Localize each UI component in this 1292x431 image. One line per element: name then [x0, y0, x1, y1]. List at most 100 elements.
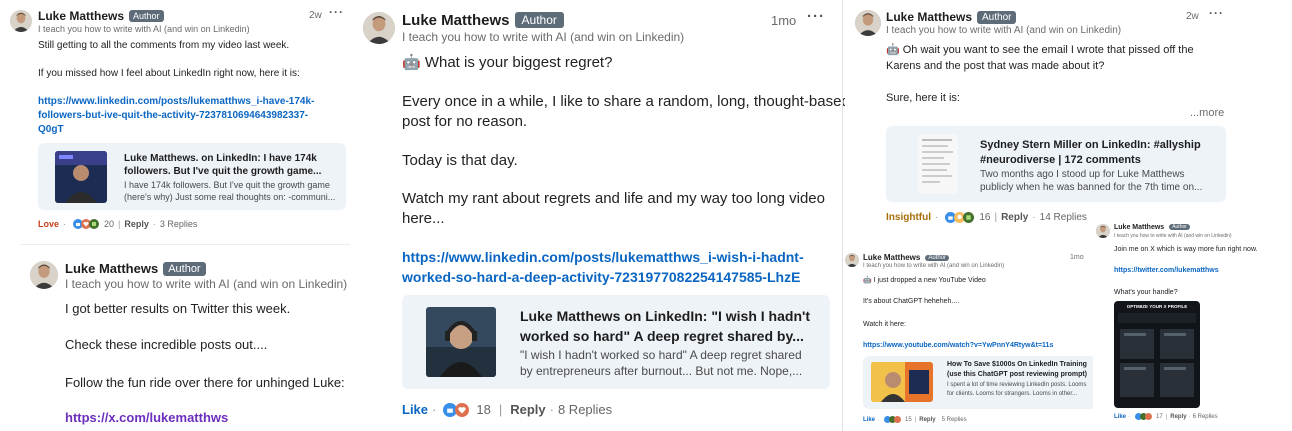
- reaction-button[interactable]: Like: [1114, 414, 1126, 420]
- comment-link[interactable]: followers-but-ive-quit-the-activity-7237…: [38, 110, 308, 121]
- comment-line: I got better results on Twitter this wee…: [65, 301, 291, 316]
- reply-button[interactable]: Reply: [1001, 212, 1028, 223]
- separator: ·: [549, 402, 554, 417]
- author-name-text[interactable]: Luke Matthews: [38, 9, 124, 23]
- author-headline: I teach you how to write with AI (and wi…: [65, 277, 348, 291]
- author-name[interactable]: Luke Matthews Author: [886, 10, 1017, 24]
- replies-count[interactable]: 8 Replies: [558, 402, 612, 417]
- comment-line: 🤖 Oh wait you want to see the email I wr…: [886, 44, 1194, 56]
- avatar[interactable]: [845, 253, 859, 267]
- reply-button[interactable]: Reply: [1170, 414, 1186, 420]
- reaction-icons[interactable]: [443, 402, 470, 417]
- author-name[interactable]: Luke Matthews Author: [863, 253, 950, 262]
- separator: |: [1165, 413, 1168, 420]
- avatar[interactable]: [363, 12, 395, 44]
- author-name[interactable]: Luke Matthews Author: [402, 12, 564, 29]
- reaction-button[interactable]: Like: [863, 417, 875, 423]
- comment-card-2: Luke Matthews Author I teach you how to w…: [0, 250, 370, 431]
- more-options-icon[interactable]: ···: [1209, 6, 1224, 20]
- comment-line: Follow the fun ride over there for unhin…: [65, 375, 345, 390]
- timestamp: 1mo: [1070, 254, 1084, 261]
- replies-count[interactable]: 5 Replies: [942, 417, 967, 423]
- author-name-text[interactable]: Luke Matthews: [1114, 224, 1164, 231]
- preview-title: worked so hard" A deep regret shared by.…: [520, 328, 804, 344]
- comment-link[interactable]: https://twitter.com/lukematthws: [1114, 267, 1219, 274]
- separator: ·: [63, 219, 67, 229]
- reaction-icons[interactable]: [945, 212, 975, 223]
- attached-image[interactable]: OPTIMIZE YOUR X PROFILE: [1114, 301, 1200, 408]
- more-options-icon[interactable]: ···: [329, 5, 344, 19]
- reaction-icons[interactable]: [1135, 413, 1153, 420]
- reaction-icons[interactable]: [884, 416, 902, 423]
- preview-title: followers. But I've quit the growth game…: [124, 166, 322, 177]
- preview-thumbnail: [426, 307, 496, 377]
- separator: ·: [935, 212, 939, 223]
- comment-link[interactable]: https://www.youtube.com/watch?v=YwPnnY4R…: [863, 342, 1053, 349]
- replies-count[interactable]: 6 Replies: [1193, 414, 1218, 420]
- replies-count[interactable]: 14 Replies: [1040, 212, 1087, 223]
- separator: ·: [1188, 413, 1191, 420]
- link-preview-card[interactable]: Sydney Stern Miller on LinkedIn: #allysh…: [886, 126, 1226, 202]
- link-preview-card[interactable]: Luke Matthews. on LinkedIn: I have 174k …: [38, 143, 346, 210]
- avatar[interactable]: [30, 261, 58, 289]
- comment-line: It's about ChatGPT heheheh....: [863, 298, 960, 305]
- reaction-button[interactable]: Like: [402, 402, 428, 417]
- comment-line: Join me on X which is way more fun right…: [1114, 246, 1258, 253]
- preview-thumbnail: [55, 151, 107, 203]
- comment-actions: Like · 17 | Reply · 6 Replies: [1114, 413, 1218, 420]
- comment-link[interactable]: worked-so-hard-a-deep-activity-723197708…: [402, 269, 800, 285]
- comment-line: If you missed how I feel about LinkedIn …: [38, 68, 300, 79]
- separator: |: [498, 402, 503, 417]
- comment-link[interactable]: Q0gT: [38, 124, 64, 135]
- timestamp: 1mo: [771, 13, 797, 28]
- preview-title: Sydney Stern Miller on LinkedIn: #allysh…: [980, 139, 1201, 151]
- author-headline: I teach you how to write with AI (and wi…: [863, 263, 1005, 269]
- comment-link[interactable]: https://www.linkedin.com/posts/lukematth…: [38, 96, 314, 107]
- author-name-text[interactable]: Luke Matthews: [402, 12, 510, 29]
- more-options-icon[interactable]: ···: [807, 8, 825, 25]
- avatar[interactable]: [855, 10, 881, 36]
- see-more-link[interactable]: ...more: [1190, 107, 1224, 119]
- author-name[interactable]: Luke Matthews Author: [65, 261, 206, 276]
- reply-button[interactable]: Reply: [510, 402, 545, 417]
- separator: ·: [1032, 212, 1036, 223]
- author-name[interactable]: Luke Matthews Author: [38, 9, 164, 23]
- comment-actions: Love · 20 | Reply · 3 Replies: [38, 219, 197, 229]
- preview-description: publicly when he was banned for the 7th …: [980, 182, 1203, 193]
- author-name[interactable]: Luke Matthews Author: [1114, 224, 1190, 231]
- reply-button[interactable]: Reply: [919, 417, 935, 423]
- comment-link[interactable]: https://www.linkedin.com/posts/lukematth…: [402, 249, 804, 265]
- reaction-button[interactable]: Love: [38, 219, 59, 229]
- comment-actions: Like · 15 | Reply · 5 Replies: [863, 416, 967, 423]
- link-preview-card[interactable]: How To Save $1000s On LinkedIn Training …: [863, 356, 1102, 409]
- replies-count[interactable]: 3 Replies: [160, 219, 198, 229]
- reaction-icons[interactable]: [73, 219, 100, 229]
- comment-line: Sure, here it is:: [886, 92, 960, 104]
- celebrate-reaction-icon: [89, 219, 100, 229]
- author-name-text[interactable]: Luke Matthews: [863, 253, 920, 262]
- preview-title: (use this ChatGPT post reviewing prompt): [947, 371, 1088, 378]
- author-name-text[interactable]: Luke Matthews: [65, 261, 158, 276]
- comment-card-6: Luke Matthews Author I teach you how to w…: [1093, 220, 1292, 431]
- separator: ·: [937, 416, 940, 423]
- preview-thumbnail: [918, 134, 958, 194]
- reply-button[interactable]: Reply: [124, 219, 149, 229]
- attached-image-caption: OPTIMIZE YOUR X PROFILE: [1126, 304, 1188, 309]
- love-reaction-icon: [894, 416, 902, 423]
- avatar[interactable]: [10, 10, 32, 32]
- row-divider: [20, 244, 350, 245]
- preview-title: Luke Matthews. on LinkedIn: I have 174k: [124, 153, 317, 164]
- avatar[interactable]: [1096, 224, 1110, 238]
- link-preview-card[interactable]: Luke Matthews on LinkedIn: "I wish I had…: [402, 295, 830, 389]
- author-name-text[interactable]: Luke Matthews: [886, 10, 972, 24]
- comment-line: Karens and the post that was made about …: [886, 60, 1105, 72]
- author-badge: Author: [163, 262, 206, 276]
- preview-description: I have 174k followers. But I've quit the…: [124, 180, 330, 190]
- author-headline: I teach you how to write with AI (and wi…: [402, 30, 685, 44]
- timestamp: 2w: [309, 10, 322, 21]
- preview-description: (here's why) Just some real thoughts on:…: [124, 192, 336, 202]
- column-divider: [842, 0, 843, 431]
- comment-line: here...: [402, 210, 445, 227]
- comment-link[interactable]: https://x.com/lukematthws: [65, 410, 228, 425]
- reaction-button[interactable]: Insightful: [886, 212, 931, 223]
